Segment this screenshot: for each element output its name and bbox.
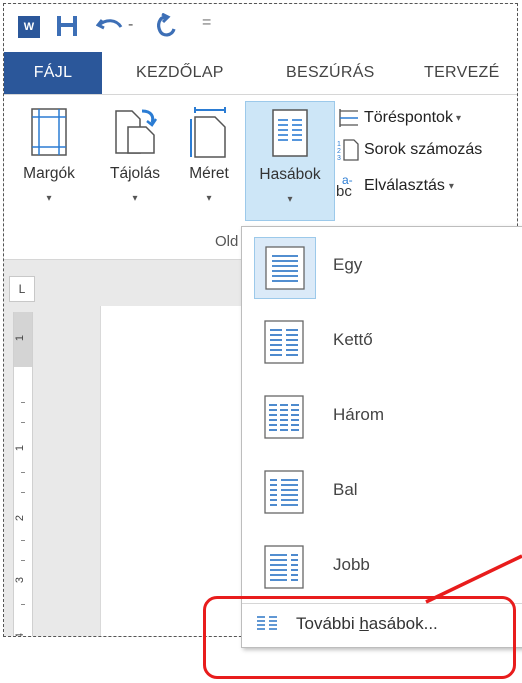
tab-selector[interactable]: L (9, 276, 35, 302)
ruler-number: 2 (14, 514, 27, 522)
ruler-number: 1 (14, 334, 27, 342)
undo-dropdown-icon[interactable]: - (128, 16, 133, 34)
tab-insert[interactable]: BESZÚRÁS (286, 52, 375, 94)
svg-text:2: 2 (337, 148, 341, 155)
redo-icon[interactable] (154, 13, 178, 39)
menu-item-label: Kettő (333, 330, 373, 349)
tab-file[interactable]: FÁJL (4, 52, 102, 94)
margins-button[interactable]: Margók ▾ (6, 101, 92, 219)
chevron-down-icon: ▾ (287, 194, 293, 205)
ruler-tick (21, 492, 25, 493)
hyphenation-button[interactable]: a- bc Elválasztás ▾ (336, 171, 454, 201)
columns-button[interactable]: Hasábok ▾ (245, 101, 335, 221)
breaks-label: Töréspontok (364, 109, 453, 126)
ruler-tick (21, 422, 25, 423)
chevron-down-icon: ▾ (455, 112, 461, 124)
left-column-icon (264, 470, 304, 514)
group-label-page-setup: Old (215, 233, 239, 250)
chevron-down-icon: ▾ (46, 193, 52, 204)
line-numbers-icon: 1 2 3 (337, 139, 359, 162)
ruler-number: 3 (14, 576, 27, 584)
size-button[interactable]: Méret ▾ (174, 101, 244, 219)
orientation-button[interactable]: Tájolás ▾ (92, 101, 178, 219)
ruler-number: 1 (14, 444, 27, 452)
word-icon[interactable]: W (18, 16, 40, 38)
hyphenation-icon: a- bc (336, 173, 353, 200)
menu-item-right-column[interactable]: Jobb (242, 531, 522, 605)
one-column-icon (265, 246, 305, 290)
two-columns-icon (264, 320, 304, 364)
save-icon[interactable] (56, 15, 78, 37)
three-columns-icon (264, 395, 304, 439)
customize-qat-icon[interactable]: = (202, 14, 211, 32)
menu-item-label: Egy (333, 255, 363, 274)
chevron-down-icon: ▾ (448, 180, 454, 192)
menu-item-two-columns[interactable]: Kettő (242, 306, 522, 380)
margins-icon (31, 108, 67, 156)
ruler-tick (21, 402, 25, 403)
right-column-icon (264, 545, 304, 589)
ribbon-tabs: FÁJL KEZDŐLAP BESZÚRÁS TERVEZÉ (4, 52, 517, 95)
size-label: Méret (189, 165, 229, 182)
menu-item-one-column[interactable]: Egy (242, 231, 522, 305)
menu-item-label: Jobb (333, 555, 370, 574)
orientation-icon (115, 109, 158, 154)
menu-item-three-columns[interactable]: Három (242, 381, 522, 455)
line-numbers-label: Sorok számozás (364, 141, 483, 158)
quick-access-toolbar: W - = (4, 4, 517, 52)
ruler-tick (21, 472, 25, 473)
breaks-icon (339, 109, 358, 127)
ruler-tick (21, 560, 25, 561)
svg-text:3: 3 (337, 155, 341, 162)
size-icon (190, 107, 226, 158)
columns-dropdown-menu: Egy Kettő Három Bal Jobb További hasábok… (241, 226, 522, 648)
menu-item-label: Bal (333, 480, 358, 499)
chevron-down-icon: ▾ (132, 193, 138, 204)
tab-design[interactable]: TERVEZÉ (424, 52, 500, 94)
vertical-ruler[interactable]: 1 1 2 3 4 (13, 312, 33, 637)
menu-item-left-column[interactable]: Bal (242, 456, 522, 530)
undo-icon[interactable] (96, 14, 124, 38)
columns-label: Hasábok (259, 166, 321, 183)
margins-label: Margók (23, 165, 75, 182)
tab-home[interactable]: KEZDŐLAP (136, 52, 224, 94)
svg-text:1: 1 (337, 141, 341, 148)
ruler-number: 4 (14, 632, 27, 637)
chevron-down-icon: ▾ (206, 193, 212, 204)
ruler-tick (21, 540, 25, 541)
columns-icon (272, 109, 308, 157)
hyphenation-label: Elválasztás (364, 177, 445, 194)
line-numbers-button[interactable]: 1 2 3 Sorok számozás (336, 135, 482, 165)
menu-item-label: Három (333, 405, 385, 424)
orientation-label: Tájolás (110, 165, 160, 182)
annotation-highlight-box (203, 596, 516, 679)
ruler-tick (21, 604, 25, 605)
breaks-button[interactable]: Töréspontok ▾ (336, 103, 461, 133)
